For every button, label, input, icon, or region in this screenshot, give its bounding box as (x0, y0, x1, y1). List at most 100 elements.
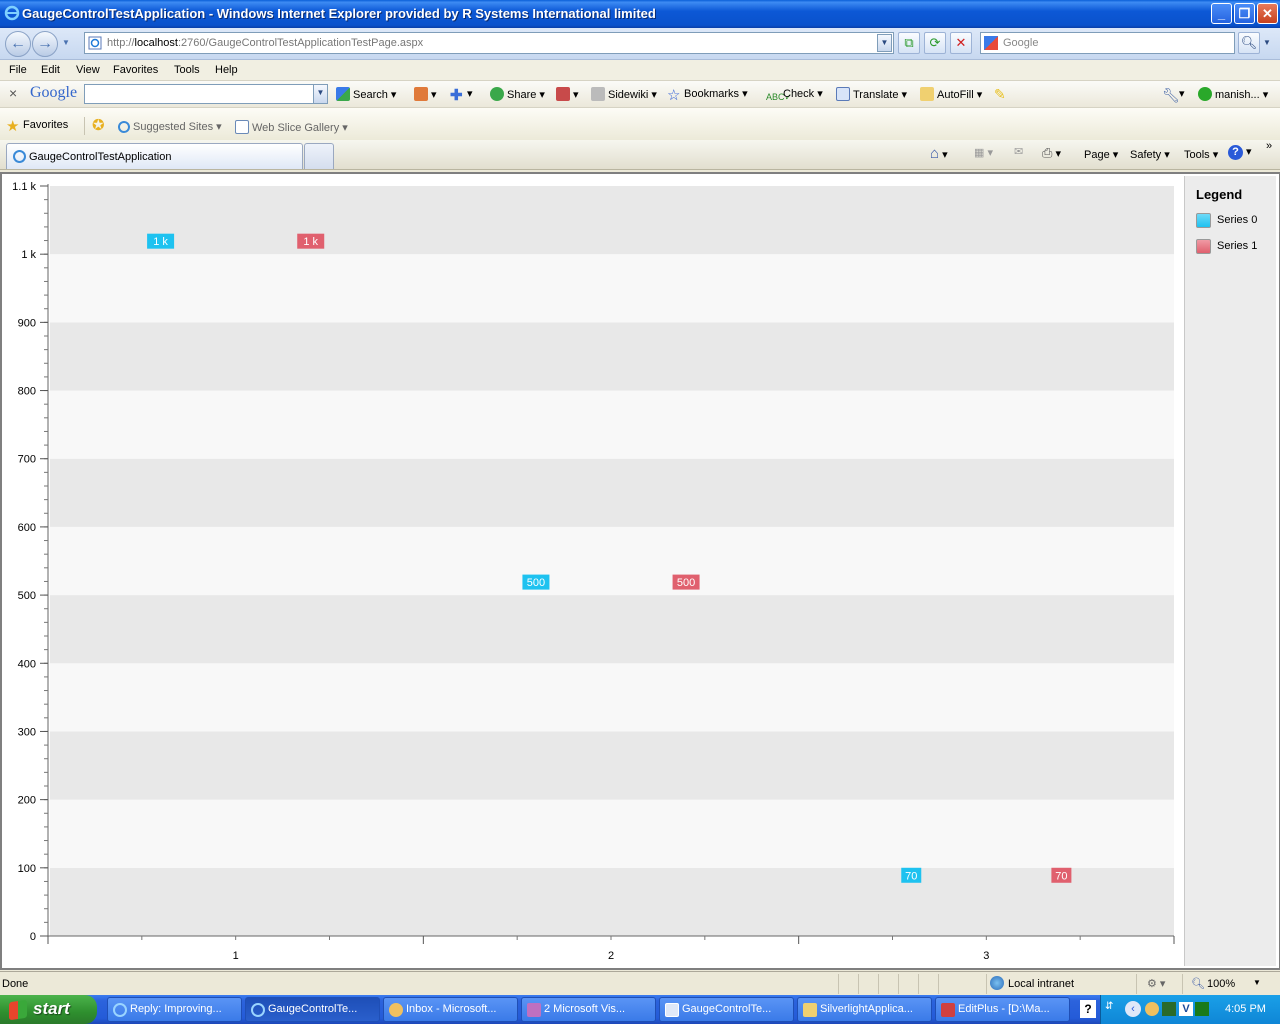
compatibility-view-button[interactable]: ⧉ (898, 32, 920, 54)
star-icon: ☆ (667, 87, 681, 104)
add-to-favorites-bar-button[interactable]: ✪ (92, 118, 109, 134)
tools-menu-button[interactable]: Tools ▾ (1184, 148, 1218, 161)
menu-file[interactable]: File (9, 64, 27, 76)
ie-page-icon (118, 121, 130, 133)
clock: 4:05 PM (1225, 1003, 1266, 1015)
web-slice-icon (235, 120, 249, 134)
more-commands-button[interactable]: » (1266, 140, 1272, 152)
taskbar-item-silverlight[interactable]: SilverlightApplica... (797, 997, 932, 1022)
data-point-label: 1 k (153, 236, 168, 248)
page-menu-button[interactable]: Page ▾ (1084, 148, 1118, 161)
grid-band (50, 526, 1174, 596)
protected-mode-icon: ⚙ ▾ (1147, 978, 1166, 990)
google-search-input[interactable] (84, 84, 314, 104)
history-dropdown-icon[interactable]: ▼ (62, 38, 70, 47)
taskbar-item-gaugecontrol[interactable]: GaugeControlTe... (659, 997, 794, 1022)
protected-mode-button[interactable]: ⚙ ▾ (1136, 974, 1182, 994)
highlight-button[interactable]: ✎ (994, 87, 1011, 102)
translate-button[interactable]: Translate ▾ (836, 87, 907, 101)
account-button[interactable]: manish... ▾ (1198, 87, 1268, 101)
vpn-tray-icon[interactable]: V (1179, 1002, 1193, 1016)
close-window-button[interactable]: ✕ (1257, 3, 1278, 24)
legend-title: Legend (1196, 187, 1243, 202)
ie-task-icon (113, 1003, 127, 1017)
share-button[interactable]: Share ▾ (490, 87, 545, 101)
tab-gaugecontrol[interactable]: GaugeControlTestApplication (6, 143, 303, 169)
search-box[interactable]: Google (980, 32, 1235, 54)
y-tick-label: 100 (18, 863, 36, 875)
new-tab-button[interactable] (304, 143, 334, 169)
help-tray-icon[interactable]: ? (1080, 1000, 1096, 1018)
menu-edit[interactable]: Edit (41, 64, 60, 76)
x-tick-label: 1 (233, 950, 239, 962)
folder-task-icon (803, 1003, 817, 1017)
taskbar-item-gaugecontrol-ie[interactable]: GaugeControlTe... (245, 997, 380, 1022)
windows-taskbar: start Reply: Improving... GaugeControlTe… (0, 995, 1280, 1024)
suggested-sites-button[interactable]: Suggested Sites ▾ (118, 120, 222, 133)
search-options-icon[interactable]: ▼ (1263, 38, 1271, 47)
stop-button[interactable]: ✕ (950, 32, 972, 54)
plus-button[interactable]: ✚ ▾ (450, 87, 473, 104)
menu-help[interactable]: Help (215, 64, 238, 76)
google-search-button[interactable]: Search ▾ (336, 87, 396, 101)
ie-task-icon (251, 1003, 265, 1017)
menu-tools[interactable]: Tools (174, 64, 200, 76)
toolbar-settings-button[interactable]: 🔧︎▾ (1162, 87, 1185, 103)
address-url[interactable]: http://localhost:2760/GaugeControlTestAp… (107, 37, 423, 49)
data-point-label: 500 (677, 577, 695, 589)
web-slice-gallery-button[interactable]: Web Slice Gallery ▾ (235, 120, 348, 134)
menu-favorites[interactable]: Favorites (113, 64, 158, 76)
favorites-button[interactable]: ★ Favorites (6, 119, 68, 135)
grid-band (50, 322, 1174, 391)
safety-menu-button[interactable]: Safety ▾ (1130, 148, 1170, 161)
taskbar-item-reply[interactable]: Reply: Improving... (107, 997, 242, 1022)
page-icon (88, 36, 102, 50)
menu-view[interactable]: View (76, 64, 100, 76)
minimize-button[interactable]: _ (1211, 3, 1232, 24)
back-button[interactable]: ← (5, 31, 31, 57)
network-monitor-tray-icon[interactable] (1195, 1002, 1209, 1016)
language-icon[interactable]: ⇵ (1105, 1001, 1113, 1012)
google-logo: Google (30, 84, 78, 101)
spell-check-button[interactable]: ABC✓Check ▾ (766, 87, 823, 106)
read-mail-button[interactable]: ✉ (1014, 145, 1023, 158)
maximize-button[interactable]: ❐ (1234, 3, 1255, 24)
x-tick-label: 3 (983, 950, 989, 962)
forward-button[interactable]: → (32, 31, 58, 57)
bookmarks-button[interactable]: ☆ Bookmarks ▾ (667, 87, 748, 104)
sidewiki-button[interactable]: Sidewiki ▾ (591, 87, 657, 101)
security-zone[interactable]: Local intranet (986, 974, 1136, 994)
home-button[interactable]: ⌂ ▾ (930, 145, 948, 162)
address-bar[interactable]: http://localhost:2760/GaugeControlTestAp… (84, 32, 894, 54)
taskbar-item-editplus[interactable]: EditPlus - [D:\Ma... (935, 997, 1070, 1022)
show-hidden-icons-button[interactable]: ‹ (1125, 1001, 1141, 1017)
legend-label-series-0: Series 0 (1217, 214, 1258, 226)
close-toolbar-icon[interactable]: × (9, 85, 17, 101)
zoom-control[interactable]: 🔍︎ 100% ▼ (1182, 974, 1280, 994)
grid-band (50, 390, 1174, 459)
outlook-tray-icon[interactable] (1145, 1002, 1159, 1016)
refresh-button[interactable]: ⟳ (924, 32, 946, 54)
feeds-button[interactable]: ▦ ▾ (974, 146, 993, 159)
print-button[interactable]: ⎙ ▾ (1042, 145, 1061, 161)
tab-label: GaugeControlTestApplication (29, 151, 172, 163)
grid-band (50, 458, 1174, 527)
autofill-button[interactable]: AutoFill ▾ (920, 87, 982, 101)
tab-ie-icon (13, 150, 26, 163)
popup-blocker-button[interactable]: ▾ (556, 87, 579, 101)
grid-band (50, 731, 1174, 800)
start-button[interactable]: start (0, 995, 97, 1024)
menu-bar: File Edit View Favorites Tools Help (0, 60, 1280, 81)
taskbar-item-visual-studio[interactable]: 2 Microsoft Vis... (521, 997, 656, 1022)
news-icon (414, 87, 428, 101)
taskbar-item-inbox[interactable]: Inbox - Microsoft... (383, 997, 518, 1022)
google-search-dropdown[interactable]: ▼ (313, 84, 328, 104)
wrench-icon: 🔧︎ (1162, 87, 1180, 103)
address-dropdown-button[interactable]: ▼ (877, 34, 892, 52)
search-go-button[interactable]: 🔍︎ (1238, 32, 1260, 54)
news-button[interactable]: ▾ (414, 87, 437, 101)
add-favorite-icon: ✪ (92, 117, 105, 134)
grid-band (50, 254, 1174, 323)
help-menu-button[interactable]: ? ▾ (1228, 145, 1252, 160)
antivirus-tray-icon[interactable] (1162, 1002, 1176, 1016)
